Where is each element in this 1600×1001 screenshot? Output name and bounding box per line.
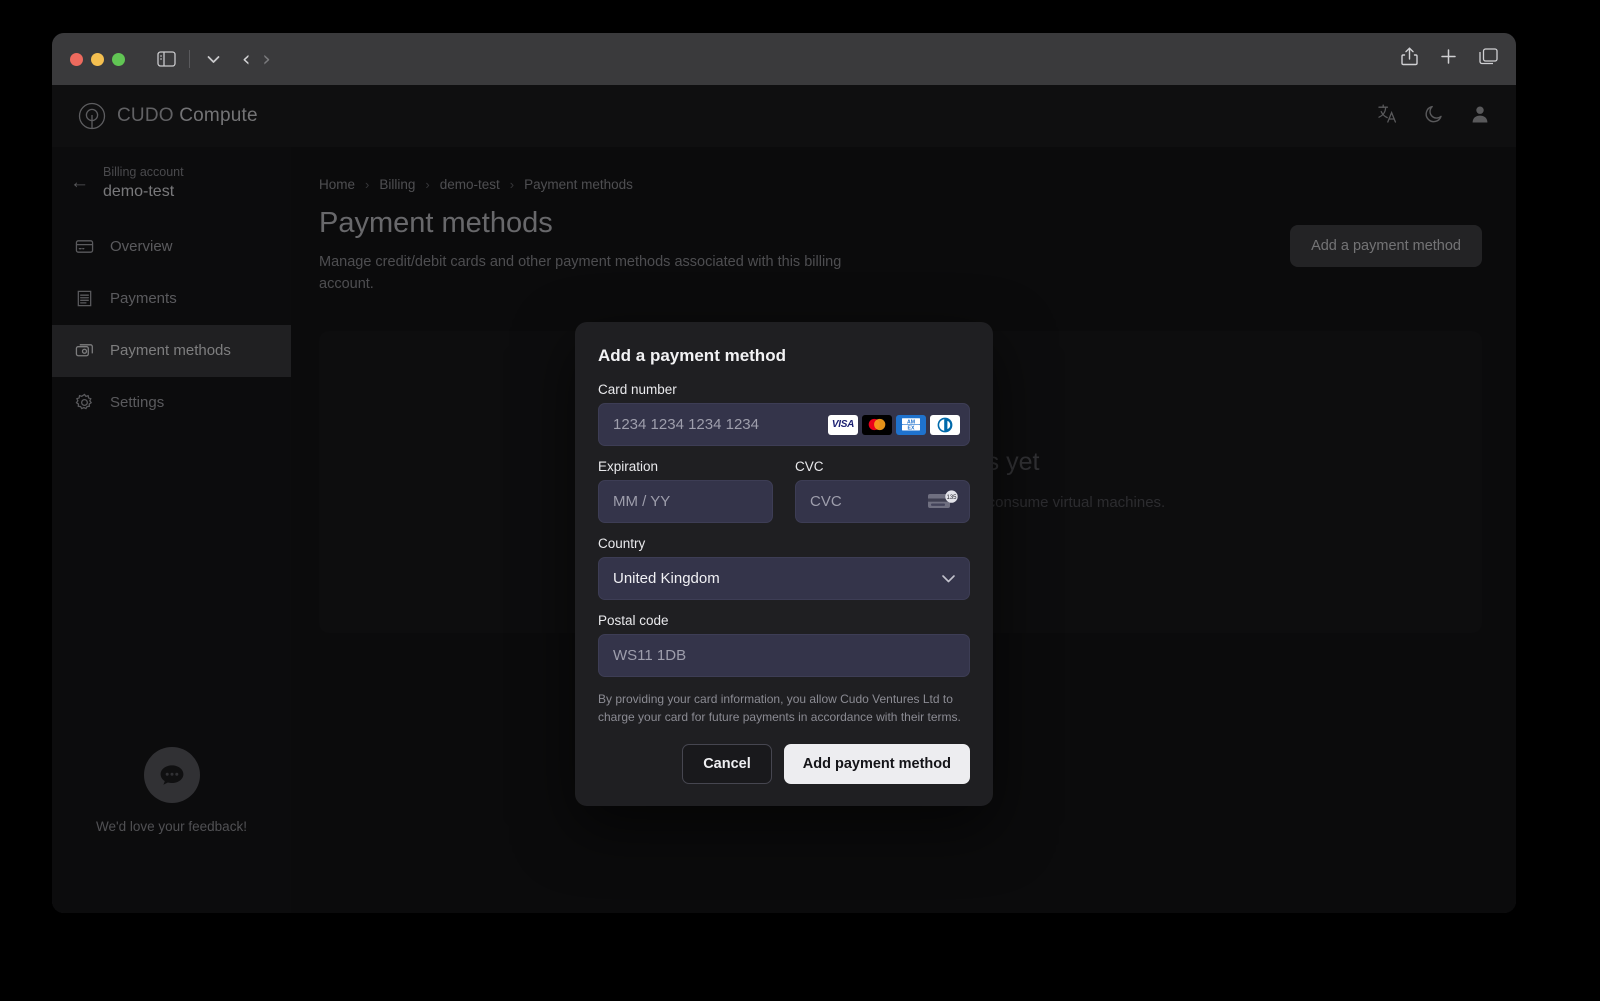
cvc-badge-number: 135 xyxy=(946,495,957,501)
expiration-placeholder: MM / YY xyxy=(613,493,671,510)
minimize-window-button[interactable] xyxy=(91,52,104,66)
diners-club-icon xyxy=(930,414,960,435)
country-field-group: Country United Kingdom xyxy=(598,536,970,600)
card-brand-icons: VISA AM EX xyxy=(828,414,960,435)
application: CUDO Compute ← Billing account demo-test… xyxy=(52,85,1516,913)
expiration-field-group: Expiration MM / YY xyxy=(598,459,773,523)
dialog-title: Add a payment method xyxy=(598,346,786,365)
dialog-actions: Cancel Add payment method xyxy=(598,744,970,784)
cvc-field-group: CVC CVC 135 xyxy=(795,459,970,523)
card-number-field-group: Card number 1234 1234 1234 1234 VISA AM … xyxy=(598,382,970,446)
cancel-button[interactable]: Cancel xyxy=(682,744,772,784)
postal-code-label: Postal code xyxy=(598,613,669,628)
new-tab-icon[interactable] xyxy=(1440,48,1457,70)
back-button[interactable]: ‹ xyxy=(242,48,250,70)
card-number-input[interactable]: 1234 1234 1234 1234 VISA AM EX xyxy=(598,403,970,446)
visa-icon: VISA xyxy=(828,414,858,435)
country-select[interactable]: United Kingdom xyxy=(598,557,970,600)
postal-code-placeholder: WS11 1DB xyxy=(613,647,687,664)
add-payment-method-dialog: Add a payment method Card number 1234 12… xyxy=(575,322,993,806)
window-controls xyxy=(70,52,125,66)
maximize-window-button[interactable] xyxy=(112,52,125,66)
card-number-placeholder: 1234 1234 1234 1234 xyxy=(613,416,759,433)
svg-text:EX: EX xyxy=(908,425,915,431)
cvc-card-icon: 135 xyxy=(927,489,959,515)
card-number-label: Card number xyxy=(598,382,677,397)
card-disclaimer: By providing your card information, you … xyxy=(598,692,961,724)
chevron-down-icon[interactable] xyxy=(200,46,226,72)
tab-overview-icon[interactable] xyxy=(1479,48,1498,70)
amex-icon: AM EX xyxy=(896,414,926,435)
cvc-placeholder: CVC xyxy=(810,493,842,510)
expiration-label: Expiration xyxy=(598,459,659,474)
postal-code-field-group: Postal code WS11 1DB xyxy=(598,613,970,677)
chevron-down-icon xyxy=(941,570,956,587)
browser-titlebar: ‹ › xyxy=(52,33,1516,85)
country-value: United Kingdom xyxy=(613,570,720,587)
forward-button[interactable]: › xyxy=(262,48,270,70)
visa-label: VISA xyxy=(831,419,855,430)
close-window-button[interactable] xyxy=(70,52,83,66)
sidebar-toggle-icon[interactable] xyxy=(153,46,179,72)
share-icon[interactable] xyxy=(1401,47,1418,71)
postal-code-input[interactable]: WS11 1DB xyxy=(598,634,970,677)
cvc-input[interactable]: CVC 135 xyxy=(795,480,970,523)
submit-payment-method-button[interactable]: Add payment method xyxy=(783,744,970,784)
browser-window: ‹ › CUDO Compute ← Billing account demo-… xyxy=(52,33,1516,913)
country-label: Country xyxy=(598,536,646,551)
mastercard-icon xyxy=(862,414,892,435)
toolbar-divider xyxy=(189,50,190,68)
cvc-label: CVC xyxy=(795,459,824,474)
expiration-input[interactable]: MM / YY xyxy=(598,480,773,523)
